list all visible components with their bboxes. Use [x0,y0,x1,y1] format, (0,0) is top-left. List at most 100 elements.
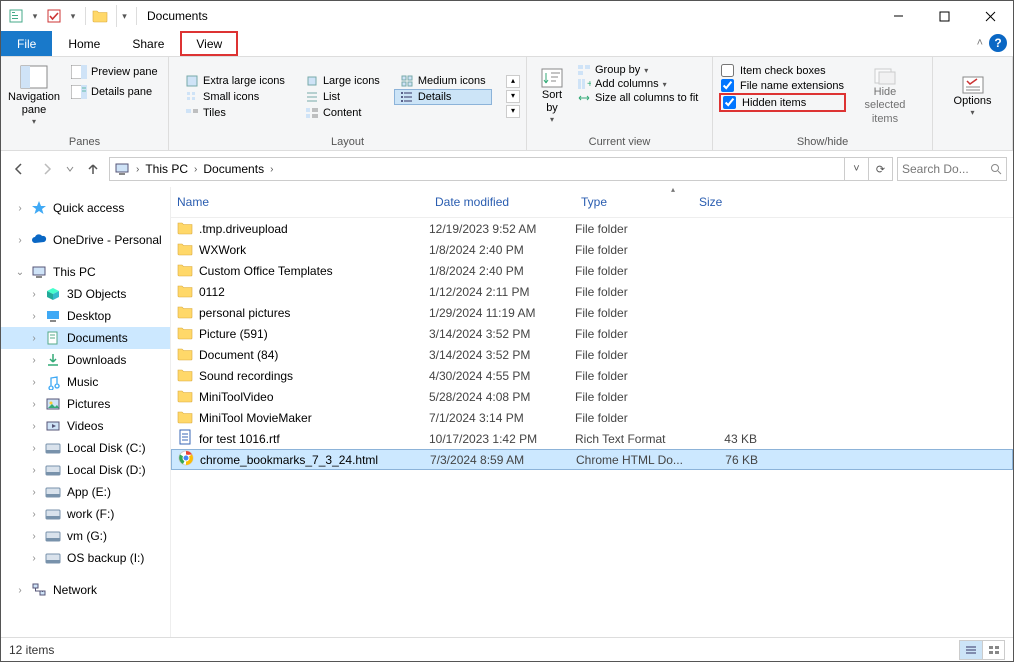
maximize-button[interactable] [921,1,967,31]
sort-by-button[interactable]: Sort by ▾ [531,61,573,131]
chevron-right-icon[interactable]: › [268,164,275,175]
file-row[interactable]: MiniTool MovieMaker7/1/2024 3:14 PMFile … [171,407,1013,428]
file-row[interactable]: Sound recordings4/30/2024 4:55 PMFile fo… [171,365,1013,386]
file-row[interactable]: Document (84)3/14/2024 3:52 PMFile folde… [171,344,1013,365]
layout-scroll-up[interactable]: ▴ [506,75,520,88]
tree-documents[interactable]: ›Documents [1,327,170,349]
column-header-type[interactable]: Type [575,191,693,213]
qat-dropdown-icon[interactable]: ▾ [67,5,79,27]
file-row[interactable]: chrome_bookmarks_7_3_24.html7/3/2024 8:5… [171,449,1013,470]
column-header-size[interactable]: Size [693,191,765,213]
back-button[interactable] [7,157,31,181]
navigation-tree[interactable]: ›Quick access ›OneDrive - Personal ⌄This… [1,187,171,639]
breadcrumb-this-pc[interactable]: This PC [141,162,192,176]
tree-work-f[interactable]: ›work (F:) [1,503,170,525]
help-icon[interactable]: ? [989,34,1007,52]
recent-locations-button[interactable] [63,157,77,181]
search-input[interactable]: Search Do... [897,157,1007,181]
tree-3d-objects[interactable]: ›3D Objects [1,283,170,305]
tree-app-e[interactable]: ›App (E:) [1,481,170,503]
qat-dropdown-icon[interactable]: ▾ [29,5,41,27]
tree-videos[interactable]: ›Videos [1,415,170,437]
forward-button[interactable] [35,157,59,181]
tree-vm-g[interactable]: ›vm (G:) [1,525,170,547]
file-row[interactable]: personal pictures1/29/2024 11:19 AMFile … [171,302,1013,323]
collapse-ribbon-icon[interactable]: ˄ [977,37,983,49]
item-check-boxes-checkbox[interactable] [721,64,734,77]
tree-local-disk-c[interactable]: ›Local Disk (C:) [1,437,170,459]
file-date: 7/1/2024 3:14 PM [429,411,575,425]
disk-icon [45,528,61,544]
file-row[interactable]: for test 1016.rtf10/17/2023 1:42 PMRich … [171,428,1013,449]
file-row[interactable]: MiniToolVideo5/28/2024 4:08 PMFile folde… [171,386,1013,407]
breadcrumb-documents[interactable]: Documents [199,162,268,176]
hidden-items-checkbox[interactable] [723,96,736,109]
file-name-extensions-checkbox[interactable] [721,79,734,92]
qat-properties-icon[interactable] [5,5,27,27]
chevron-right-icon[interactable]: › [192,164,199,175]
layout-scroll-down[interactable]: ▾ [506,90,520,103]
file-icon [177,261,193,280]
view-tab[interactable]: View [180,31,238,56]
tree-downloads[interactable]: ›Downloads [1,349,170,371]
tree-music[interactable]: ›Music [1,371,170,393]
up-button[interactable] [81,157,105,181]
layout-list[interactable]: List [299,89,386,105]
chevron-right-icon[interactable]: › [134,164,141,175]
tree-network[interactable]: ›Network [1,579,170,601]
tree-this-pc[interactable]: ⌄This PC [1,261,170,283]
share-tab[interactable]: Share [116,31,180,56]
large-icons-view-toggle[interactable] [982,641,1004,659]
tree-local-disk-d[interactable]: ›Local Disk (D:) [1,459,170,481]
file-name-extensions-toggle[interactable]: File name extensions [719,78,846,93]
column-header-name[interactable]: Name [171,191,429,213]
tree-os-backup-i[interactable]: ›OS backup (I:) [1,547,170,569]
file-icon [177,219,193,238]
layout-content[interactable]: Content [299,105,386,121]
options-button[interactable]: Options ▾ [946,61,1000,131]
column-header-date[interactable]: Date modified [429,191,575,213]
layout-extra-large-icons[interactable]: Extra large icons [179,73,291,89]
hidden-items-toggle[interactable]: Hidden items [719,93,846,112]
hide-selected-items-button[interactable]: Hide selected items [848,61,922,131]
file-name: Document (84) [199,348,278,362]
address-bar[interactable]: › This PC › Documents › ˅ ⟳ [109,157,893,181]
close-button[interactable] [967,1,1013,31]
tree-desktop[interactable]: ›Desktop [1,305,170,327]
qat-checkbox-icon[interactable] [43,5,65,27]
file-icon [177,429,193,448]
add-columns-button[interactable]: +Add columns▾ [573,77,702,91]
layout-tiles[interactable]: Tiles [179,105,291,121]
address-dropdown-button[interactable]: ˅ [844,158,868,180]
minimize-button[interactable] [875,1,921,31]
file-row[interactable]: WXWork1/8/2024 2:40 PMFile folder [171,239,1013,260]
navigation-pane-button[interactable]: Navigation pane ▾ [5,61,63,131]
file-type: File folder [575,327,693,341]
file-icon [177,282,193,301]
tree-pictures[interactable]: ›Pictures [1,393,170,415]
layout-expand[interactable]: ▾ [506,105,520,118]
layout-medium-icons[interactable]: Medium icons [394,73,492,89]
group-by-button[interactable]: Group by▾ [573,63,702,77]
details-pane-button[interactable]: Details pane [67,83,162,101]
file-icon [177,387,193,406]
refresh-button[interactable]: ⟳ [868,158,892,180]
file-date: 10/17/2023 1:42 PM [429,432,575,446]
file-row[interactable]: .tmp.driveupload12/19/2023 9:52 AMFile f… [171,218,1013,239]
tree-quick-access[interactable]: ›Quick access [1,197,170,219]
preview-pane-button[interactable]: Preview pane [67,63,162,81]
layout-details[interactable]: Details [394,89,492,105]
size-all-columns-button[interactable]: Size all columns to fit [573,91,702,105]
file-tab[interactable]: File [1,31,52,56]
layout-large-icons[interactable]: Large icons [299,73,386,89]
file-row[interactable]: 01121/12/2024 2:11 PMFile folder [171,281,1013,302]
file-row[interactable]: Custom Office Templates1/8/2024 2:40 PMF… [171,260,1013,281]
tree-onedrive[interactable]: ›OneDrive - Personal [1,229,170,251]
file-row[interactable]: Picture (591)3/14/2024 3:52 PMFile folde… [171,323,1013,344]
home-tab[interactable]: Home [52,31,116,56]
qat-customize-icon[interactable]: ▾ [116,5,132,27]
file-date: 1/12/2024 2:11 PM [429,285,575,299]
item-check-boxes-toggle[interactable]: Item check boxes [719,63,846,78]
details-view-toggle[interactable] [960,641,982,659]
layout-small-icons[interactable]: Small icons [179,89,291,105]
